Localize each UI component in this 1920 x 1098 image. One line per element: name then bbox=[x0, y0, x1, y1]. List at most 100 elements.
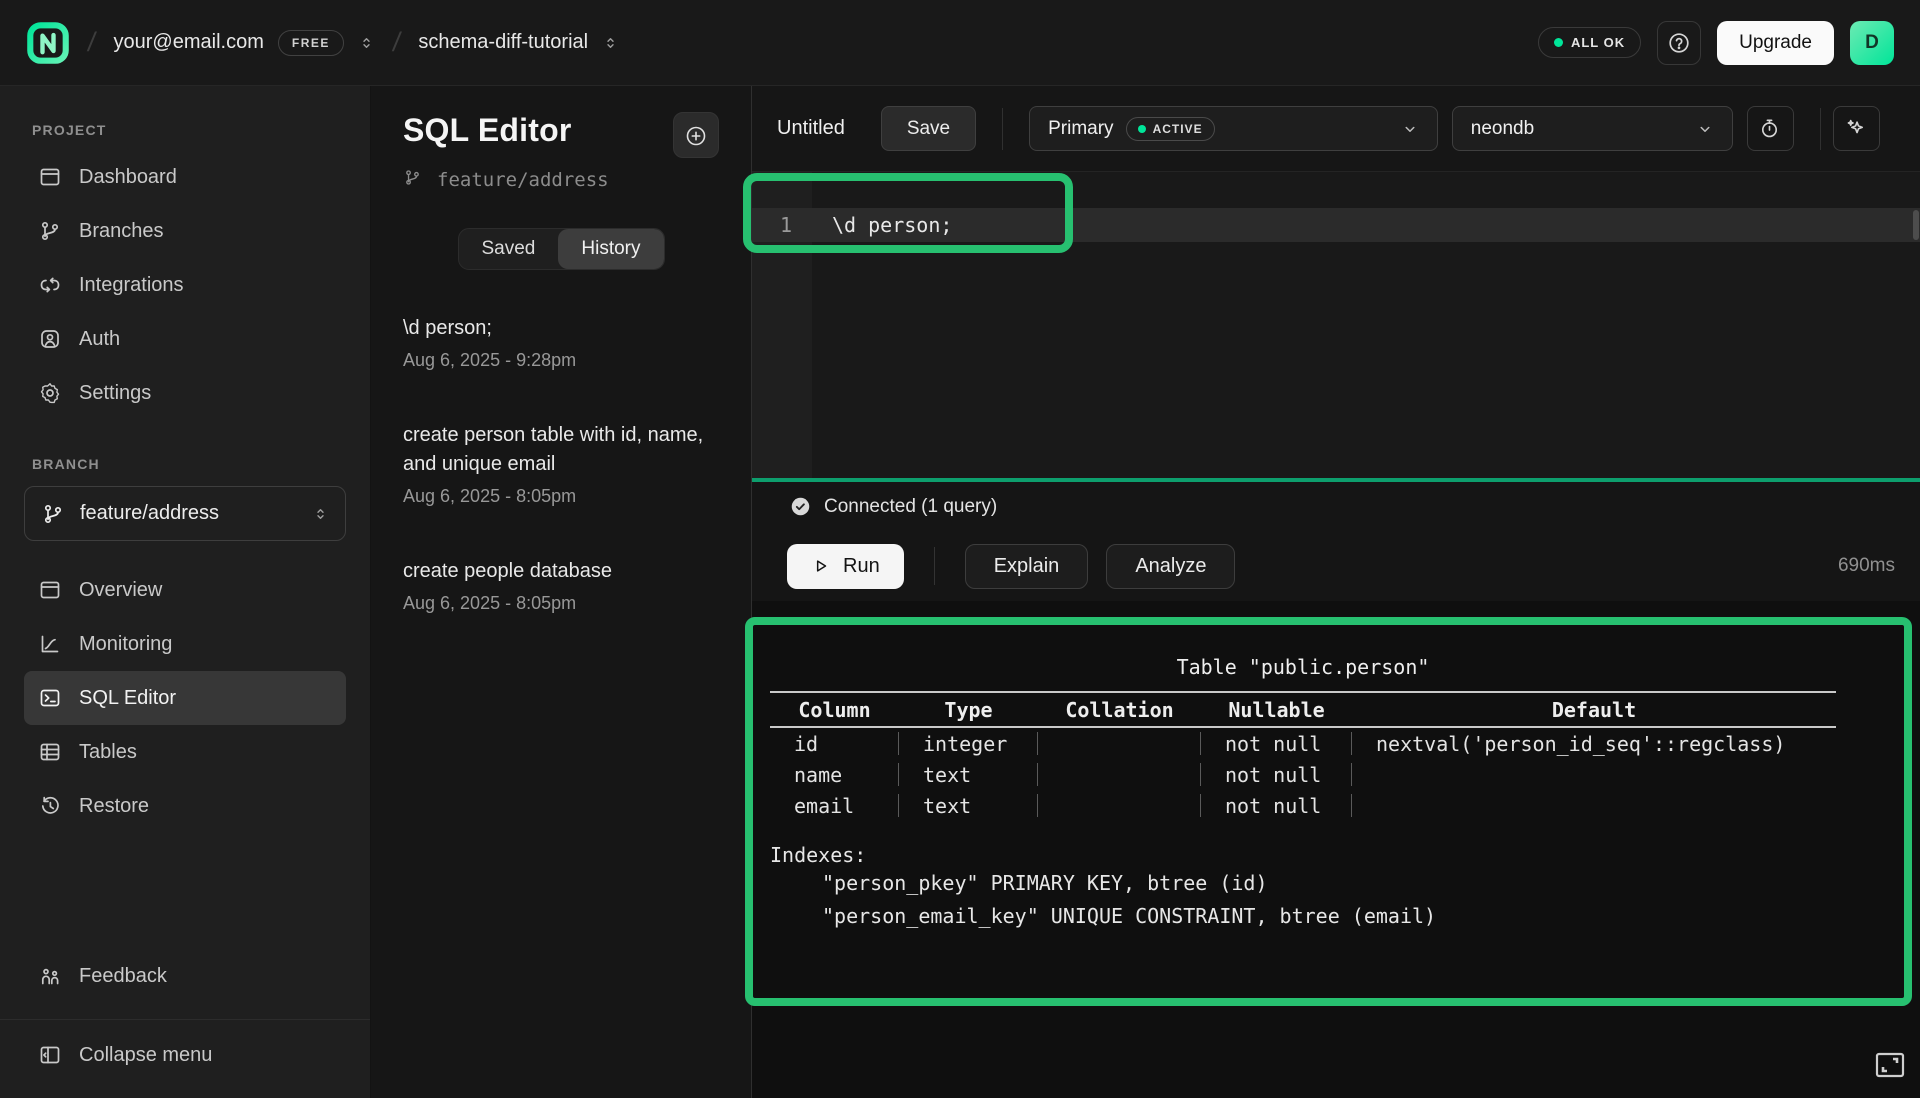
code-editor[interactable]: 1 \d person; bbox=[752, 172, 1920, 478]
play-icon bbox=[811, 556, 831, 576]
page-title: SQL Editor bbox=[403, 112, 572, 149]
result-column-header: Column bbox=[770, 691, 899, 728]
avatar[interactable]: D bbox=[1850, 21, 1894, 65]
result-column-header: Nullable bbox=[1201, 691, 1352, 728]
sidebar: PROJECT Dashboard Branches Integrations … bbox=[0, 86, 371, 1098]
sidebar-item-settings[interactable]: Settings bbox=[24, 366, 346, 420]
result-column-header: Type bbox=[899, 691, 1038, 728]
current-branch: feature/address bbox=[403, 168, 719, 192]
project-name[interactable]: schema-diff-tutorial bbox=[418, 31, 588, 54]
status-ok-dot-icon bbox=[1554, 38, 1563, 47]
plus-circle-icon bbox=[684, 123, 708, 147]
actions-divider bbox=[934, 547, 935, 585]
feedback-icon bbox=[38, 964, 62, 988]
fullscreen-icon bbox=[1874, 1051, 1906, 1079]
analyze-button[interactable]: Analyze bbox=[1106, 544, 1235, 589]
sidebar-item-feedback[interactable]: Feedback bbox=[24, 949, 346, 1003]
query-duration: 690ms bbox=[1838, 555, 1895, 577]
branch-section-label: BRANCH bbox=[32, 456, 346, 472]
neon-logo-icon[interactable] bbox=[26, 21, 70, 65]
collapse-menu-button[interactable]: Collapse menu bbox=[24, 1028, 346, 1082]
sidebar-item-tables[interactable]: Tables bbox=[24, 725, 346, 779]
chevron-down-icon bbox=[1696, 120, 1714, 138]
editor-main: Untitled Save Primary ACTIVE neondb bbox=[752, 86, 1920, 1098]
history-item[interactable]: create people database Aug 6, 2025 - 8:0… bbox=[403, 557, 719, 614]
result-column-header: Collation bbox=[1038, 691, 1201, 728]
branch-icon bbox=[403, 168, 427, 192]
dashboard-icon bbox=[38, 165, 62, 189]
editor-header: Untitled Save Primary ACTIVE neondb bbox=[752, 86, 1920, 172]
sidebar-item-overview[interactable]: Overview bbox=[24, 563, 346, 617]
tab-history[interactable]: History bbox=[558, 229, 663, 269]
stopwatch-icon bbox=[1758, 117, 1782, 141]
collapse-panel-icon bbox=[38, 1043, 62, 1067]
new-query-button[interactable] bbox=[673, 112, 719, 158]
index-line: "person_email_key" UNIQUE CONSTRAINT, bt… bbox=[770, 900, 1836, 933]
sidebar-item-sql-editor[interactable]: SQL Editor bbox=[24, 671, 346, 725]
settings-icon bbox=[38, 381, 62, 405]
connection-status-bar: Connected (1 query) bbox=[752, 482, 1920, 531]
help-button[interactable] bbox=[1657, 21, 1701, 65]
project-switcher-icon[interactable] bbox=[602, 33, 619, 53]
plan-badge: FREE bbox=[278, 30, 344, 56]
history-item[interactable]: create person table with id, name, and u… bbox=[403, 421, 719, 507]
result-table: ColumnTypeCollationNullableDefault id in… bbox=[770, 691, 1836, 821]
sparkles-icon bbox=[1844, 117, 1868, 141]
compute-branch-dropdown[interactable]: Primary ACTIVE bbox=[1029, 106, 1438, 151]
overview-icon bbox=[38, 578, 62, 602]
sidebar-item-monitoring[interactable]: Monitoring bbox=[24, 617, 346, 671]
active-dot-icon bbox=[1138, 125, 1146, 133]
sql-editor-panel: SQL Editor feature/address Saved History… bbox=[371, 86, 752, 1098]
account-switcher-icon[interactable] bbox=[358, 33, 375, 53]
breadcrumb-slash: / bbox=[391, 27, 403, 58]
neon-console: / your@email.com FREE / schema-diff-tuto… bbox=[0, 0, 1920, 1098]
sidebar-item-dashboard[interactable]: Dashboard bbox=[24, 150, 346, 204]
save-button[interactable]: Save bbox=[881, 106, 976, 151]
active-status-badge: ACTIVE bbox=[1126, 117, 1215, 141]
connection-status: Connected (1 query) bbox=[824, 496, 997, 518]
line-number: 1 bbox=[752, 213, 812, 237]
table-row: email text not null bbox=[770, 790, 1836, 821]
branch-selector[interactable]: feature/address bbox=[24, 486, 346, 541]
query-tab-title[interactable]: Untitled bbox=[777, 117, 845, 140]
timestamp: Aug 6, 2025 - 8:05pm bbox=[403, 486, 719, 507]
branch-icon bbox=[41, 502, 65, 526]
editor-scrollbar[interactable] bbox=[1913, 210, 1919, 240]
top-bar: / your@email.com FREE / schema-diff-tuto… bbox=[0, 0, 1920, 86]
code-line[interactable]: \d person; bbox=[812, 213, 952, 237]
query-timing-button[interactable] bbox=[1747, 106, 1794, 151]
sidebar-item-integrations[interactable]: Integrations bbox=[24, 258, 346, 312]
table-row: name text not null bbox=[770, 759, 1836, 790]
chevron-down-icon bbox=[1401, 120, 1419, 138]
check-circle-icon bbox=[790, 496, 811, 517]
chevron-updown-icon bbox=[312, 504, 329, 524]
history-item[interactable]: \d person; Aug 6, 2025 - 9:28pm bbox=[403, 314, 719, 371]
indexes-label: Indexes: bbox=[770, 843, 1836, 867]
tab-saved[interactable]: Saved bbox=[459, 229, 559, 269]
timestamp: Aug 6, 2025 - 8:05pm bbox=[403, 593, 719, 614]
result-table-title: Table "public.person" bbox=[770, 655, 1836, 679]
sidebar-item-branches[interactable]: Branches bbox=[24, 204, 346, 258]
upgrade-button[interactable]: Upgrade bbox=[1717, 21, 1834, 65]
history-list: \d person; Aug 6, 2025 - 9:28pm create p… bbox=[403, 314, 719, 664]
database-dropdown[interactable]: neondb bbox=[1452, 106, 1733, 151]
project-section-label: PROJECT bbox=[32, 122, 346, 138]
sidebar-item-restore[interactable]: Restore bbox=[24, 779, 346, 833]
restore-icon bbox=[38, 794, 62, 818]
auth-icon bbox=[38, 327, 62, 351]
branches-icon bbox=[38, 219, 62, 243]
account-email[interactable]: your@email.com bbox=[114, 31, 264, 54]
run-button[interactable]: Run bbox=[787, 544, 904, 589]
explain-button[interactable]: Explain bbox=[965, 544, 1089, 589]
result-column-header: Default bbox=[1352, 691, 1836, 728]
expand-results-button[interactable] bbox=[1872, 1050, 1908, 1082]
sidebar-divider bbox=[0, 1019, 370, 1020]
monitoring-icon bbox=[38, 632, 62, 656]
sidebar-item-auth[interactable]: Auth bbox=[24, 312, 346, 366]
header-divider bbox=[1820, 108, 1821, 150]
ai-assist-button[interactable] bbox=[1833, 106, 1880, 151]
breadcrumb-slash: / bbox=[86, 27, 98, 58]
tables-icon bbox=[38, 740, 62, 764]
integrations-icon bbox=[38, 273, 62, 297]
status-badge[interactable]: ALL OK bbox=[1538, 27, 1641, 58]
